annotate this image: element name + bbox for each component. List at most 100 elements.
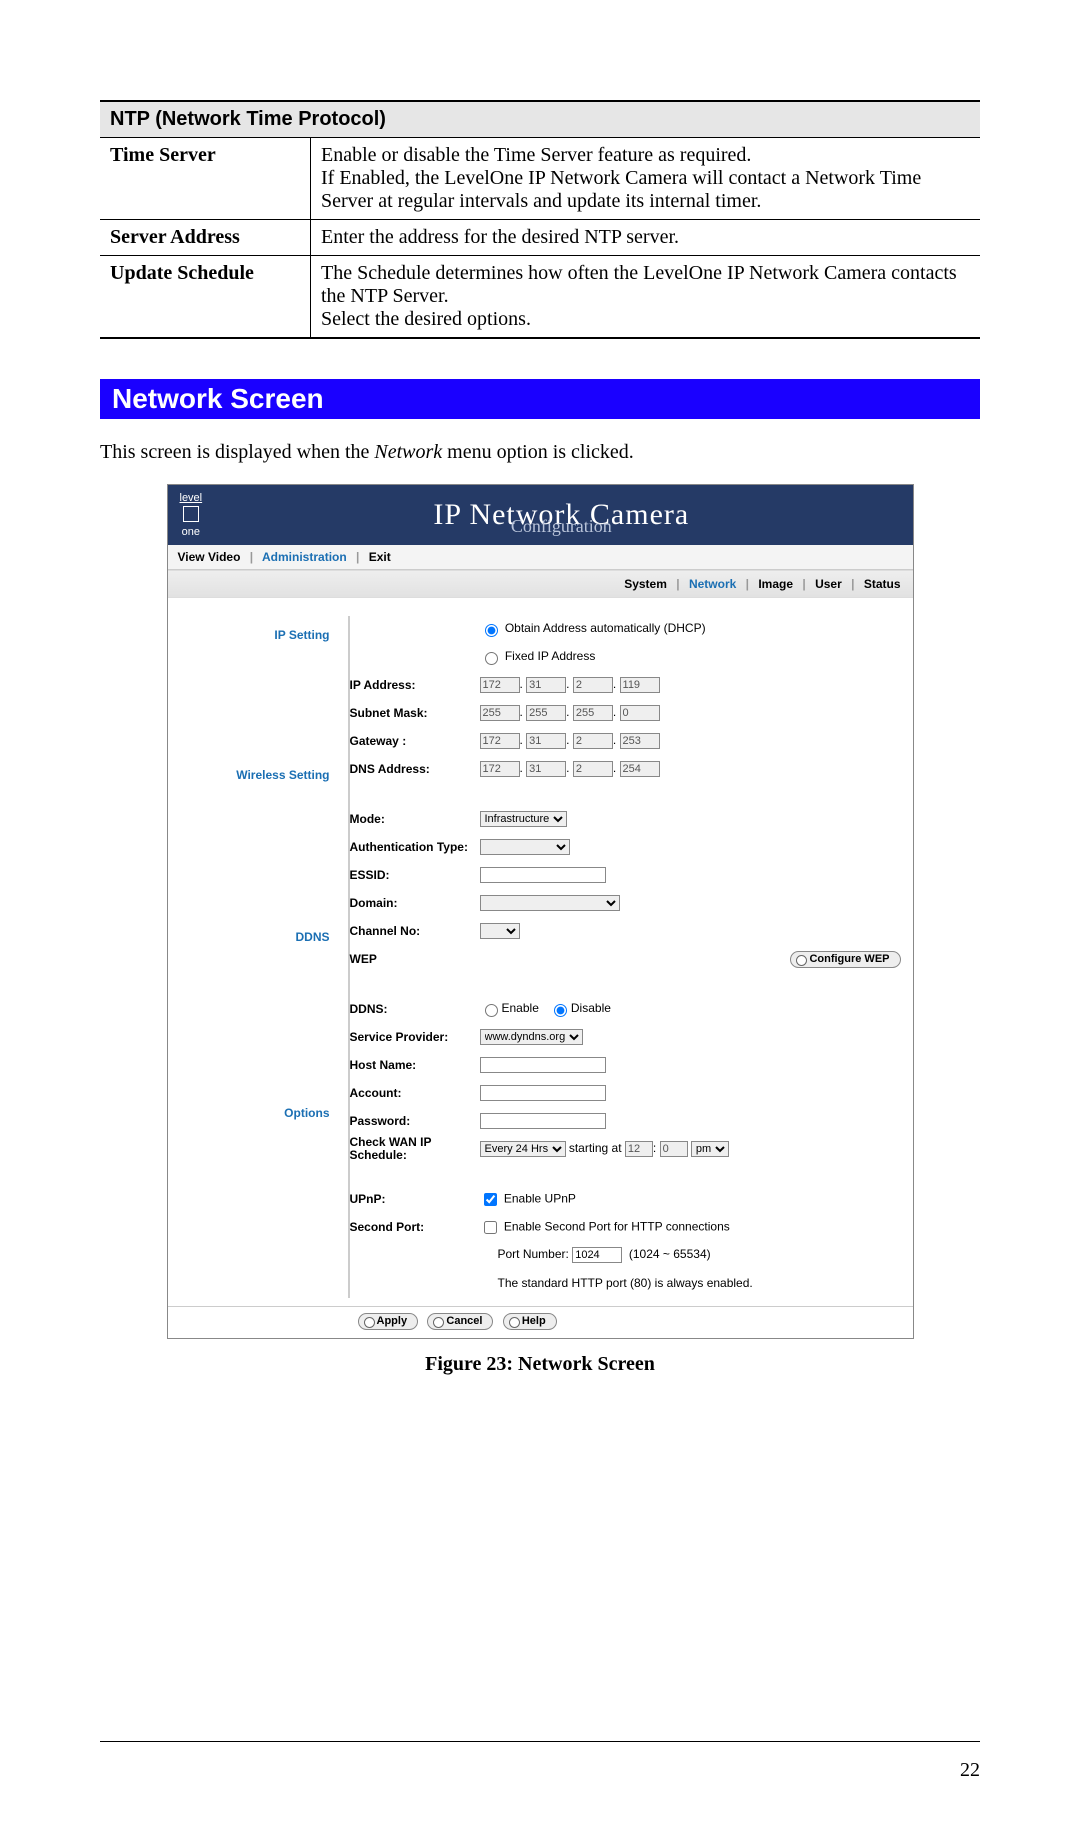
label-port-range: (1024 ~ 65534): [629, 1247, 711, 1261]
configure-wep-button[interactable]: Configure WEP: [790, 951, 900, 968]
select-auth[interactable]: [480, 839, 570, 855]
nav2-image[interactable]: Image: [758, 577, 793, 591]
left-column: IP Setting Wireless Setting DDNS Options: [180, 616, 350, 1298]
select-ampm[interactable]: pm: [691, 1141, 729, 1157]
input-start-min[interactable]: [660, 1141, 688, 1157]
input-account[interactable]: [480, 1085, 606, 1101]
subnet-1[interactable]: [526, 705, 566, 721]
intro-post: menu option is clicked.: [442, 441, 634, 463]
label-essid: ESSID:: [350, 868, 480, 882]
input-password[interactable]: [480, 1113, 606, 1129]
input-hostname[interactable]: [480, 1057, 606, 1073]
subnet-0[interactable]: [480, 705, 520, 721]
apply-button[interactable]: Apply: [358, 1313, 419, 1330]
nav2-network[interactable]: Network: [689, 577, 736, 591]
shot-body: IP Setting Wireless Setting DDNS Options: [168, 598, 913, 1306]
label-port-note: The standard HTTP port (80) is always en…: [480, 1276, 901, 1290]
cancel-button[interactable]: Cancel: [427, 1313, 493, 1330]
nav2-user[interactable]: User: [815, 577, 842, 591]
ip-addr-1[interactable]: [526, 677, 566, 693]
label-starting-at: starting at: [569, 1141, 622, 1155]
nav2-status[interactable]: Status: [864, 577, 901, 591]
figure-caption: Figure 23: Network Screen: [100, 1353, 980, 1376]
label-port-number: Port Number:: [498, 1247, 569, 1261]
nav-administration[interactable]: Administration: [262, 550, 347, 564]
screenshot-panel: level one IP Network Camera Configuratio…: [167, 484, 914, 1339]
label-upnp: UPnP:: [350, 1192, 480, 1206]
gateway-2[interactable]: [573, 733, 613, 749]
shot-header: level one IP Network Camera Configuratio…: [168, 485, 913, 545]
radio-fixed-ip[interactable]: [485, 652, 498, 665]
label-gateway: Gateway :: [350, 734, 480, 748]
subnet-3[interactable]: [620, 705, 660, 721]
select-provider[interactable]: www.dyndns.org: [480, 1029, 583, 1045]
checkbox-second-port[interactable]: [484, 1221, 497, 1234]
label-fixed-ip: Fixed IP Address: [505, 649, 596, 663]
nav-exit[interactable]: Exit: [369, 550, 391, 564]
nav-sep: |: [356, 550, 359, 564]
ip-addr-2[interactable]: [573, 677, 613, 693]
radio-ddns-enable[interactable]: [485, 1004, 498, 1017]
label-auth-type: Authentication Type:: [350, 840, 480, 854]
input-essid[interactable]: [480, 867, 606, 883]
select-mode[interactable]: Infrastructure: [480, 811, 567, 827]
dns-0[interactable]: [480, 761, 520, 777]
ntp-row1-desc: Enter the address for the desired NTP se…: [311, 220, 981, 256]
nav-sep: |: [250, 550, 253, 564]
ntp-table: NTP (Network Time Protocol) Time Server …: [100, 100, 980, 339]
select-schedule[interactable]: Every 24 Hrs: [480, 1141, 566, 1157]
dns-2[interactable]: [573, 761, 613, 777]
section-title: Network Screen: [100, 379, 980, 419]
ip-addr-0[interactable]: [480, 677, 520, 693]
label-provider: Service Provider:: [350, 1030, 480, 1044]
checkbox-enable-upnp[interactable]: [484, 1193, 497, 1206]
label-second-port: Second Port:: [350, 1220, 480, 1234]
logo-icon: [183, 506, 199, 522]
label-subnet: Subnet Mask:: [350, 706, 480, 720]
label-mode: Mode:: [350, 812, 480, 826]
logo: level one: [180, 493, 203, 538]
ntp-row0-label: Time Server: [100, 138, 311, 220]
dns-3[interactable]: [620, 761, 660, 777]
nav-primary: View Video | Administration | Exit: [168, 545, 913, 570]
logo-top: level: [180, 493, 203, 504]
help-button[interactable]: Help: [503, 1313, 557, 1330]
intro-em: Network: [374, 441, 442, 463]
label-ddns-disable: Disable: [571, 1001, 611, 1015]
label-wep: WEP: [350, 952, 480, 966]
ip-addr-3[interactable]: [620, 677, 660, 693]
logo-bottom: one: [180, 527, 203, 538]
input-start-hour[interactable]: [625, 1141, 653, 1157]
label-ipaddress: IP Address:: [350, 678, 480, 692]
label-enable-upnp: Enable UPnP: [504, 1192, 576, 1206]
label-ddns-enable: Enable: [502, 1001, 539, 1015]
ntp-row2-label: Update Schedule: [100, 256, 311, 339]
dns-1[interactable]: [526, 761, 566, 777]
subnet-2[interactable]: [573, 705, 613, 721]
nav-secondary: System | Network | Image | User | Status: [168, 570, 913, 598]
footer-rule: [100, 1741, 980, 1742]
shot-footer: Apply Cancel Help: [168, 1306, 913, 1338]
label-enable-second-port: Enable Second Port for HTTP connections: [504, 1220, 730, 1234]
label-domain: Domain:: [350, 896, 480, 910]
label-password: Password:: [350, 1114, 480, 1128]
gateway-3[interactable]: [620, 733, 660, 749]
ntp-header: NTP (Network Time Protocol): [100, 101, 980, 138]
label-dhcp: Obtain Address automatically (DHCP): [505, 621, 706, 635]
label-hostname: Host Name:: [350, 1058, 480, 1072]
label-account: Account:: [350, 1086, 480, 1100]
label-check-wan-schedule: Check WAN IP Schedule:: [350, 1136, 480, 1162]
cat-ip-setting: IP Setting: [180, 628, 330, 642]
radio-ddns-disable[interactable]: [554, 1004, 567, 1017]
nav-view-video[interactable]: View Video: [178, 550, 241, 564]
nav2-system[interactable]: System: [624, 577, 667, 591]
input-port-number[interactable]: [572, 1247, 622, 1263]
select-domain[interactable]: [480, 895, 620, 911]
label-dns: DNS Address:: [350, 762, 480, 776]
gateway-0[interactable]: [480, 733, 520, 749]
label-channel: Channel No:: [350, 924, 480, 938]
gateway-1[interactable]: [526, 733, 566, 749]
select-channel[interactable]: [480, 923, 520, 939]
radio-dhcp[interactable]: [485, 624, 498, 637]
section-intro: This screen is displayed when the Networ…: [100, 441, 980, 464]
